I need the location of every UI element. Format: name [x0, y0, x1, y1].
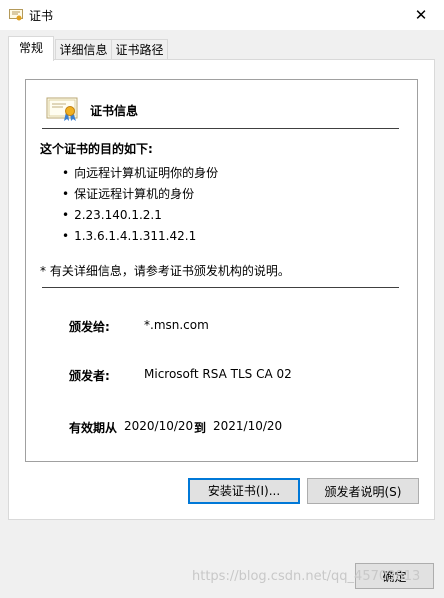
divider: [42, 128, 399, 129]
title-bar: 证书 ✕: [0, 0, 444, 30]
issued-by-value: Microsoft RSA TLS CA 02: [144, 367, 292, 381]
valid-to-value: 2021/10/20: [213, 419, 283, 433]
details-note: * 有关详细信息，请参考证书颁发机构的说明。: [40, 264, 290, 278]
watermark: https://blog.csdn.net/qq_45703813: [192, 569, 421, 584]
valid-from-value: 2020/10/20: [124, 419, 194, 433]
close-button[interactable]: ✕: [398, 0, 444, 30]
certificate-info-box: 证书信息 这个证书的目的如下: 向远程计算机证明你的身份 保证远程计算机的身份 …: [25, 79, 418, 462]
valid-from-label: 有效期从: [69, 421, 118, 435]
list-item: 保证远程计算机的身份: [62, 184, 218, 205]
list-item: 1.3.6.1.4.1.311.42.1: [62, 226, 218, 247]
tab-general[interactable]: 常规: [8, 36, 54, 61]
issuer-statement-button[interactable]: 颁发者说明(S): [307, 478, 419, 504]
purpose-heading: 这个证书的目的如下:: [40, 142, 153, 156]
list-item: 2.23.140.1.2.1: [62, 205, 218, 226]
valid-to-label: 到: [194, 421, 207, 435]
close-icon: ✕: [414, 6, 428, 24]
tab-details[interactable]: 详细信息: [55, 39, 112, 60]
certificate-icon: [9, 8, 23, 25]
certificate-info-title: 证书信息: [90, 104, 139, 118]
divider: [42, 287, 399, 288]
purpose-list: 向远程计算机证明你的身份 保证远程计算机的身份 2.23.140.1.2.1 1…: [62, 163, 218, 247]
issued-to-value: *.msn.com: [144, 318, 209, 332]
tab-certification-path[interactable]: 证书路径: [111, 39, 168, 60]
issued-by-label: 颁发者:: [69, 369, 110, 383]
certificate-icon: [46, 96, 80, 125]
install-certificate-button[interactable]: 安装证书(I)...: [188, 478, 300, 504]
general-tab-panel: 证书信息 这个证书的目的如下: 向远程计算机证明你的身份 保证远程计算机的身份 …: [8, 59, 435, 520]
list-item: 向远程计算机证明你的身份: [62, 163, 218, 184]
issued-to-label: 颁发给:: [69, 320, 110, 334]
window-title: 证书: [29, 9, 54, 23]
